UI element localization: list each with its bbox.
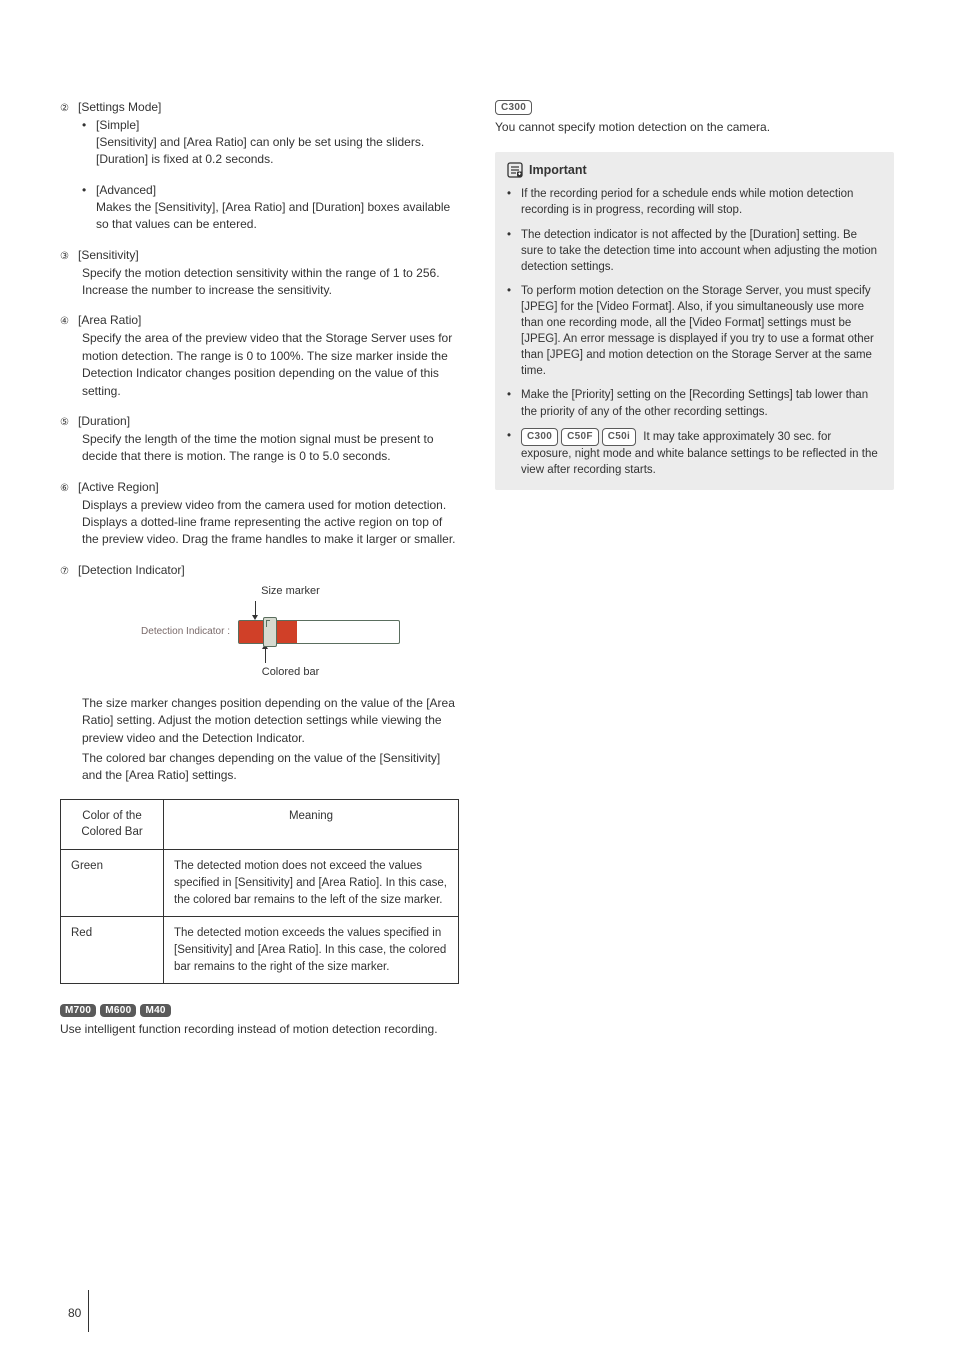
item-title: [Area Ratio] bbox=[78, 313, 141, 327]
right-column: C300 You cannot specify motion detection… bbox=[495, 100, 894, 1039]
indicator-bar bbox=[238, 620, 400, 644]
bullet-icon: • bbox=[82, 183, 88, 197]
model-badge: C300 bbox=[521, 428, 558, 446]
body-text: The size marker changes position dependi… bbox=[82, 695, 459, 747]
list-item: •The detection indicator is not affected… bbox=[507, 227, 882, 275]
size-marker-icon bbox=[263, 617, 277, 647]
important-list: •If the recording period for a schedule … bbox=[507, 186, 882, 477]
list-item: •To perform motion detection on the Stor… bbox=[507, 283, 882, 380]
item-title: [Settings Mode] bbox=[78, 100, 161, 114]
list-item: •Make the [Priority] setting on the [Rec… bbox=[507, 387, 882, 419]
model-badge: M700 bbox=[60, 1004, 96, 1017]
table-header: Color of the Colored Bar bbox=[61, 799, 164, 849]
colored-bar-table: Color of the Colored Bar Meaning Green T… bbox=[60, 799, 459, 984]
item-number: ⑥ bbox=[60, 483, 78, 494]
item-number: ④ bbox=[60, 316, 78, 327]
list-item-text: If the recording period for a schedule e… bbox=[521, 186, 882, 218]
item-heading-duration: ⑤ [Duration] bbox=[60, 414, 459, 428]
model-badge: M40 bbox=[140, 1004, 170, 1017]
item-number: ② bbox=[60, 103, 78, 114]
bullet-icon: • bbox=[507, 387, 513, 419]
body-text: [Sensitivity] and [Area Ratio] can only … bbox=[96, 134, 459, 169]
body-text: Makes the [Sensitivity], [Area Ratio] an… bbox=[96, 199, 459, 234]
table-header: Meaning bbox=[164, 799, 459, 849]
item-number: ③ bbox=[60, 251, 78, 262]
page-number: 80 bbox=[68, 1306, 81, 1320]
model-badges: M700 M600 M40 bbox=[60, 1004, 459, 1017]
item-number: ⑦ bbox=[60, 566, 78, 577]
item-heading-area-ratio: ④ [Area Ratio] bbox=[60, 313, 459, 327]
item-title: [Sensitivity] bbox=[78, 248, 139, 262]
bullet-icon: • bbox=[82, 118, 88, 132]
sub-item-advanced: • [Advanced] bbox=[82, 183, 459, 197]
body-text: You cannot specify motion detection on t… bbox=[495, 119, 894, 136]
list-item-text: The detection indicator is not affected … bbox=[521, 227, 882, 275]
bullet-icon: • bbox=[507, 227, 513, 275]
diagram-label-top: Size marker bbox=[122, 585, 459, 597]
page-rule bbox=[88, 1290, 89, 1332]
model-badge: C50F bbox=[561, 428, 599, 446]
body-text: Displays a preview video from the camera… bbox=[82, 497, 459, 549]
diagram-label-bottom: Colored bar bbox=[122, 666, 459, 678]
body-text: Specify the motion detection sensitivity… bbox=[82, 265, 459, 300]
model-badge: C50i bbox=[602, 428, 636, 446]
table-cell: Green bbox=[61, 850, 164, 917]
model-badge: C300 bbox=[495, 100, 532, 115]
bullet-icon: • bbox=[507, 283, 513, 380]
table-row: Red The detected motion exceeds the valu… bbox=[61, 917, 459, 984]
list-item: •If the recording period for a schedule … bbox=[507, 186, 882, 218]
sub-item-title: [Advanced] bbox=[96, 183, 156, 197]
important-note-box: Important •If the recording period for a… bbox=[495, 152, 894, 489]
item-number: ⑤ bbox=[60, 417, 78, 428]
table-row: Green The detected motion does not excee… bbox=[61, 850, 459, 917]
diagram-indicator-label: Detection Indicator : bbox=[141, 626, 230, 637]
left-column: ② [Settings Mode] • [Simple] [Sensitivity… bbox=[60, 100, 459, 1039]
sub-item-title: [Simple] bbox=[96, 118, 139, 132]
body-text: Specify the length of the time the motio… bbox=[82, 431, 459, 466]
table-cell: The detected motion exceeds the values s… bbox=[164, 917, 459, 984]
body-text: Use intelligent function recording inste… bbox=[60, 1021, 459, 1038]
item-heading-settings-mode: ② [Settings Mode] bbox=[60, 100, 459, 114]
model-badge: M600 bbox=[100, 1004, 136, 1017]
item-title: [Active Region] bbox=[78, 480, 159, 494]
body-text: The colored bar changes depending on the… bbox=[82, 750, 459, 785]
table-cell: The detected motion does not exceed the … bbox=[164, 850, 459, 917]
sub-item-simple: • [Simple] bbox=[82, 118, 459, 132]
body-text: Specify the area of the preview video th… bbox=[82, 330, 459, 400]
item-title: [Duration] bbox=[78, 414, 130, 428]
list-item: • C300 C50F C50i It may take approximate… bbox=[507, 428, 882, 478]
important-title: Important bbox=[529, 163, 587, 177]
list-item-text: To perform motion detection on the Stora… bbox=[521, 283, 882, 380]
item-heading-active-region: ⑥ [Active Region] bbox=[60, 480, 459, 494]
item-heading-sensitivity: ③ [Sensitivity] bbox=[60, 248, 459, 262]
item-heading-detection-indicator: ⑦ [Detection Indicator] bbox=[60, 563, 459, 577]
model-badges: C300 bbox=[495, 100, 894, 115]
list-item-text: C300 C50F C50i It may take approximately… bbox=[521, 428, 882, 478]
list-item-text: Make the [Priority] setting on the [Reco… bbox=[521, 387, 882, 419]
note-icon bbox=[507, 162, 523, 178]
important-heading: Important bbox=[507, 162, 882, 178]
detection-indicator-diagram: Size marker Detection Indicator : Colore… bbox=[82, 585, 459, 678]
bullet-icon: • bbox=[507, 428, 513, 478]
table-cell: Red bbox=[61, 917, 164, 984]
item-title: [Detection Indicator] bbox=[78, 563, 185, 577]
bullet-icon: • bbox=[507, 186, 513, 218]
